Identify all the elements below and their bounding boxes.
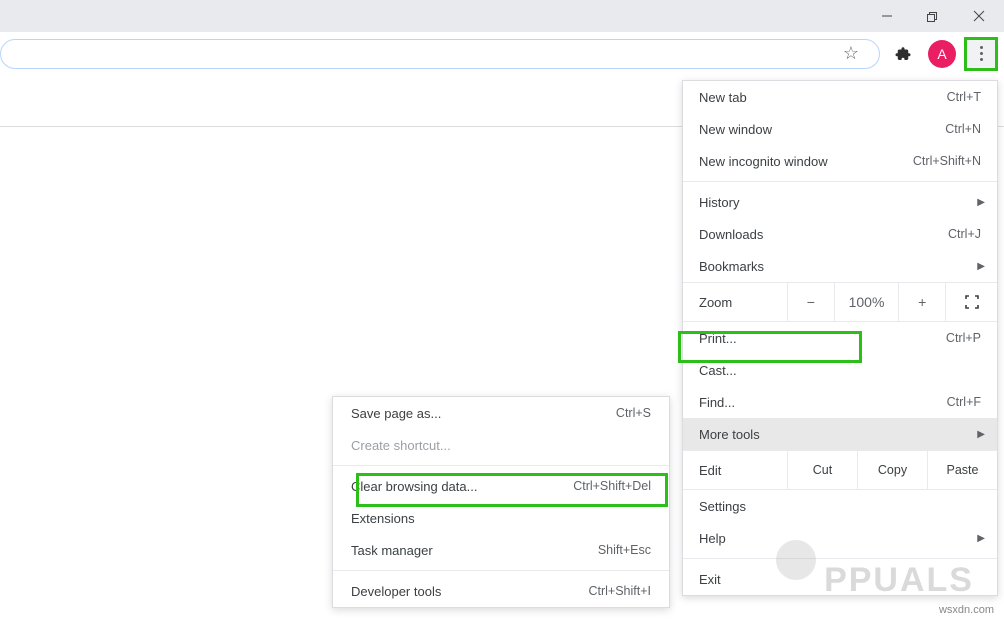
menu-label: History [699, 195, 981, 210]
edit-label: Edit [683, 463, 787, 478]
menu-divider [683, 558, 997, 559]
menu-shortcut: Ctrl+S [616, 406, 651, 420]
menu-divider [683, 181, 997, 182]
menu-label: New window [699, 122, 945, 137]
zoom-value: 100% [834, 283, 899, 321]
chevron-right-icon: ▶ [977, 533, 985, 544]
menu-print[interactable]: Print... Ctrl+P [683, 322, 997, 354]
menu-shortcut: Ctrl+T [947, 90, 981, 104]
menu-label: Developer tools [351, 584, 588, 599]
menu-shortcut: Ctrl+P [946, 331, 981, 345]
source-watermark: wsxdn.com [939, 604, 994, 616]
extensions-icon[interactable] [886, 45, 920, 63]
menu-find[interactable]: Find... Ctrl+F [683, 386, 997, 418]
menu-cast[interactable]: Cast... [683, 354, 997, 386]
more-vertical-icon [980, 46, 983, 61]
bookmark-star-icon[interactable]: ☆ [843, 43, 865, 64]
menu-label: Help [699, 531, 981, 546]
avatar-letter: A [937, 46, 946, 62]
menu-downloads[interactable]: Downloads Ctrl+J [683, 218, 997, 250]
submenu-extensions[interactable]: Extensions [333, 502, 669, 534]
close-button[interactable] [956, 0, 1002, 32]
submenu-create-shortcut[interactable]: Create shortcut... [333, 429, 669, 461]
menu-bookmarks[interactable]: Bookmarks ▶ [683, 250, 997, 282]
menu-label: Task manager [351, 543, 598, 558]
submenu-developer-tools[interactable]: Developer tools Ctrl+Shift+I [333, 575, 669, 607]
menu-label: New incognito window [699, 154, 913, 169]
zoom-in-button[interactable]: + [898, 283, 945, 321]
menu-label: Bookmarks [699, 259, 981, 274]
address-bar[interactable]: ☆ [0, 39, 880, 69]
menu-shortcut: Ctrl+Shift+Del [573, 479, 651, 493]
chrome-menu-button[interactable] [964, 37, 998, 71]
menu-label: Create shortcut... [351, 438, 651, 453]
chevron-right-icon: ▶ [977, 429, 985, 440]
menu-shortcut: Ctrl+Shift+N [913, 154, 981, 168]
window-titlebar [0, 0, 1004, 32]
menu-label: Settings [699, 499, 981, 514]
menu-label: Cast... [699, 363, 981, 378]
menu-help[interactable]: Help ▶ [683, 522, 997, 554]
chrome-main-menu: New tab Ctrl+T New window Ctrl+N New inc… [682, 80, 998, 596]
chevron-right-icon: ▶ [977, 261, 985, 272]
menu-label: Save page as... [351, 406, 616, 421]
submenu-save-page-as[interactable]: Save page as... Ctrl+S [333, 397, 669, 429]
fullscreen-button[interactable] [945, 283, 997, 321]
menu-label: Extensions [351, 511, 651, 526]
browser-toolbar: ☆ A [0, 32, 1004, 76]
menu-new-tab[interactable]: New tab Ctrl+T [683, 81, 997, 113]
menu-shortcut: Ctrl+N [945, 122, 981, 136]
menu-label: New tab [699, 90, 947, 105]
menu-divider [333, 570, 669, 571]
menu-label: Downloads [699, 227, 948, 242]
menu-label: Print... [699, 331, 946, 346]
brand-mascot-icon [776, 540, 816, 580]
menu-shortcut: Ctrl+J [948, 227, 981, 241]
menu-new-window[interactable]: New window Ctrl+N [683, 113, 997, 145]
menu-new-incognito[interactable]: New incognito window Ctrl+Shift+N [683, 145, 997, 177]
edit-paste-button[interactable]: Paste [927, 451, 997, 489]
menu-label: Find... [699, 395, 947, 410]
menu-more-tools[interactable]: More tools ▶ [683, 418, 997, 450]
menu-shortcut: Ctrl+F [947, 395, 981, 409]
chevron-right-icon: ▶ [977, 197, 985, 208]
submenu-clear-browsing-data[interactable]: Clear browsing data... Ctrl+Shift+Del [333, 470, 669, 502]
menu-settings[interactable]: Settings [683, 490, 997, 522]
menu-history[interactable]: History ▶ [683, 186, 997, 218]
minimize-button[interactable] [864, 0, 910, 32]
menu-zoom-row: Zoom − 100% + [683, 282, 997, 322]
menu-label: Clear browsing data... [351, 479, 573, 494]
menu-label: More tools [699, 427, 981, 442]
restore-button[interactable] [910, 0, 956, 32]
profile-avatar[interactable]: A [928, 40, 956, 68]
menu-divider [333, 465, 669, 466]
menu-shortcut: Ctrl+Shift+I [588, 584, 651, 598]
edit-copy-button[interactable]: Copy [857, 451, 927, 489]
more-tools-submenu: Save page as... Ctrl+S Create shortcut..… [332, 396, 670, 608]
edit-cut-button[interactable]: Cut [787, 451, 857, 489]
zoom-label: Zoom [683, 295, 787, 310]
brand-watermark: PPUALS [824, 561, 974, 600]
submenu-task-manager[interactable]: Task manager Shift+Esc [333, 534, 669, 566]
zoom-out-button[interactable]: − [787, 283, 834, 321]
menu-shortcut: Shift+Esc [598, 543, 651, 557]
menu-edit-row: Edit Cut Copy Paste [683, 450, 997, 490]
